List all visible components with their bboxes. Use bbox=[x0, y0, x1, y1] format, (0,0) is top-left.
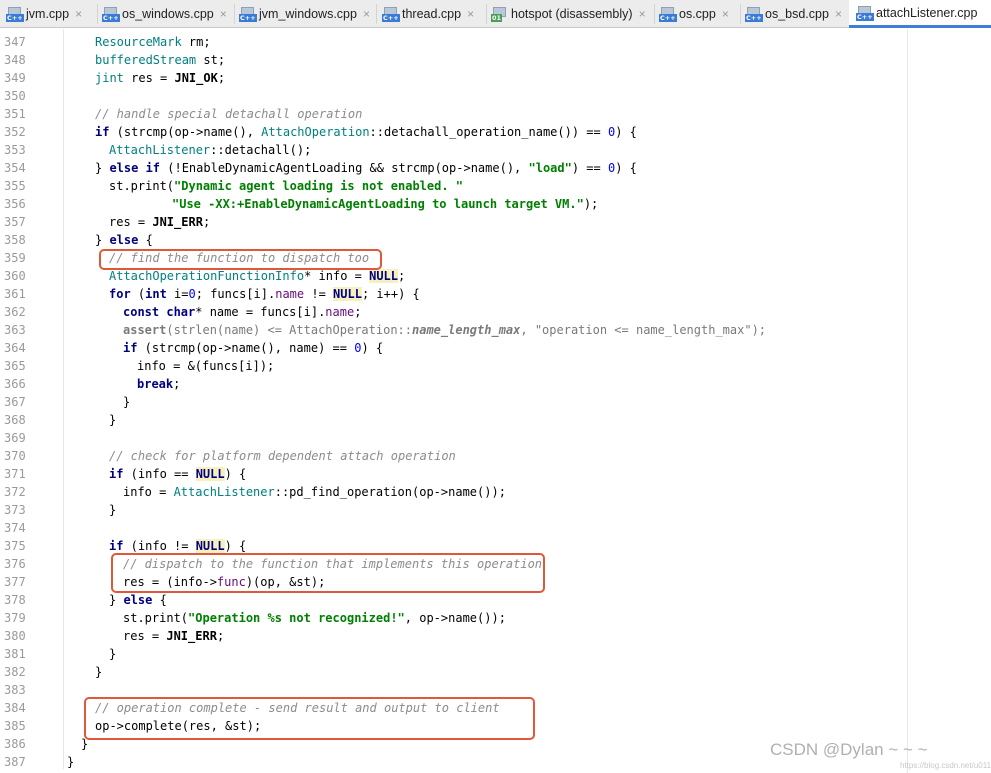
code-line-378: } else { bbox=[109, 593, 167, 607]
code-editor[interactable]: ResourceMark rm; bufferedStream st; jint… bbox=[0, 0, 991, 773]
code-line-365: info = &(funcs[i]); bbox=[137, 359, 275, 373]
code-line-367: } bbox=[123, 395, 131, 409]
code-line-382: } bbox=[95, 665, 103, 679]
code-line-356: "Use -XX:+EnableDynamicAgentLoading to l… bbox=[172, 197, 599, 211]
code-line-358: } else { bbox=[95, 233, 153, 247]
code-line-361: for (int i=0; funcs[i].name != NULL; i++… bbox=[109, 287, 420, 301]
code-line-363: assert(strlen(name) <= AttachOperation::… bbox=[123, 323, 767, 337]
code-line-372: info = AttachListener::pd_find_operation… bbox=[123, 485, 506, 499]
code-line-348: bufferedStream st; bbox=[95, 53, 226, 67]
code-line-381: } bbox=[109, 647, 117, 661]
code-line-368: } bbox=[109, 413, 117, 427]
code-line-355: st.print("Dynamic agent loading is not e… bbox=[109, 179, 464, 193]
code-line-380: res = JNI_ERR; bbox=[123, 629, 225, 643]
code-line-349: jint res = JNI_OK; bbox=[95, 71, 226, 85]
code-line-352: if (strcmp(op->name(), AttachOperation::… bbox=[95, 125, 637, 139]
code-line-354: } else if (!EnableDynamicAgentLoading &&… bbox=[95, 161, 637, 175]
code-line-351: // handle special detachall operation bbox=[95, 107, 363, 121]
code-line-364: if (strcmp(op->name(), name) == 0) { bbox=[123, 341, 384, 355]
highlight-box-find-function bbox=[99, 249, 382, 270]
code-line-366: break; bbox=[137, 377, 181, 391]
code-line-379: st.print("Operation %s not recognized!",… bbox=[123, 611, 506, 625]
highlight-box-dispatch bbox=[111, 553, 545, 593]
code-line-362: const char* name = funcs[i].name; bbox=[123, 305, 362, 319]
watermark-url: https://blog.csdn.net/u011150 bbox=[900, 761, 991, 770]
code-line-353: AttachListener::detachall(); bbox=[109, 143, 312, 157]
watermark: CSDN @Dylan ~ ~ ~ bbox=[770, 740, 928, 759]
code-line-370: // check for platform dependent attach o… bbox=[109, 449, 456, 463]
code-line-387: } bbox=[67, 755, 75, 769]
code-line-373: } bbox=[109, 503, 117, 517]
code-line-371: if (info == NULL) { bbox=[109, 467, 247, 481]
code-line-357: res = JNI_ERR; bbox=[109, 215, 211, 229]
highlight-box-operation-complete bbox=[84, 697, 535, 740]
code-line-347: ResourceMark rm; bbox=[95, 35, 211, 49]
